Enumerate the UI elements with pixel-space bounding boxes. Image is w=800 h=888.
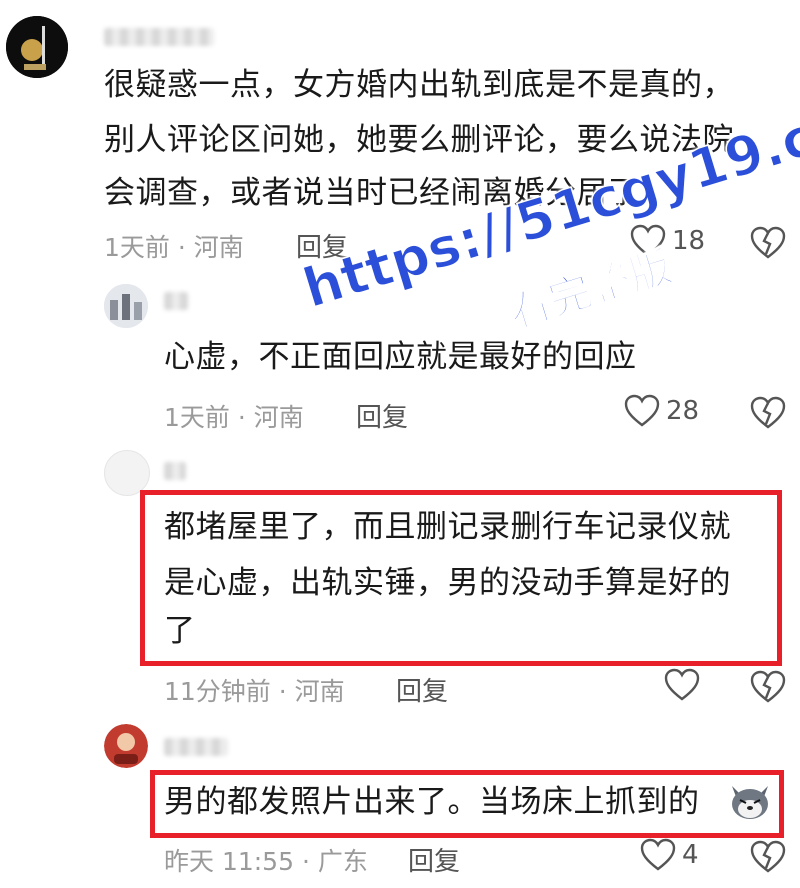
dislike-button[interactable] (750, 670, 786, 708)
comment-text-line: 会调查，或者说当时已经闹离婚分居了 (104, 175, 640, 211)
comment-meta: 1天前 · 河南 (164, 403, 304, 432)
husky-emoji-icon (728, 780, 772, 822)
reply-button[interactable]: 回复 (396, 671, 448, 708)
avatar[interactable] (104, 724, 148, 768)
avatar[interactable] (6, 16, 68, 78)
heart-outline-icon (630, 224, 666, 257)
comment-text: 男的都发照片出来了。当场床上抓到的 (164, 784, 700, 820)
comment-meta: 1天前 · 河南 (104, 233, 244, 262)
comment-text-line: 别人评论区问她，她要么删评论，要么说法院 (104, 122, 734, 158)
like-button[interactable]: 4 (640, 838, 699, 872)
heart-outline-icon (624, 394, 660, 427)
like-count: 18 (672, 226, 706, 256)
comment-text-line: 了 (164, 613, 196, 649)
like-button[interactable] (664, 668, 706, 702)
comment-text-line: 是心虚，出轨实锤，男的没动手算是好的 (164, 565, 731, 601)
comment-text-line: 很疑惑一点，女方婚内出轨到底是不是真的， (104, 67, 734, 103)
username-blurred[interactable] (164, 292, 188, 310)
avatar[interactable] (104, 284, 148, 328)
reply-button[interactable]: 回复 (408, 841, 460, 878)
like-count: 28 (666, 396, 700, 426)
broken-heart-icon (750, 396, 786, 429)
heart-outline-icon (640, 838, 676, 871)
dislike-button[interactable] (750, 226, 786, 264)
comment-meta: 11分钟前 · 河南 (164, 677, 345, 706)
username-blurred[interactable] (104, 28, 214, 46)
comment-text: 心虚，不正面回应就是最好的回应 (164, 339, 637, 375)
heart-outline-icon (664, 668, 700, 701)
reply-button[interactable]: 回复 (296, 227, 348, 264)
username-blurred[interactable] (164, 462, 186, 480)
like-button[interactable]: 18 (630, 224, 705, 258)
username-blurred[interactable] (164, 738, 228, 756)
broken-heart-icon (750, 840, 786, 873)
comment-text-line: 都堵屋里了，而且删记录删行车记录仪就 (164, 509, 731, 545)
dislike-button[interactable] (750, 396, 786, 434)
broken-heart-icon (750, 670, 786, 703)
reply-button[interactable]: 回复 (356, 397, 408, 434)
dislike-button[interactable] (750, 840, 786, 878)
like-count: 4 (682, 840, 699, 870)
broken-heart-icon (750, 226, 786, 259)
like-button[interactable]: 28 (624, 394, 699, 428)
comment-meta: 昨天 11:55 · 广东 (164, 847, 368, 876)
